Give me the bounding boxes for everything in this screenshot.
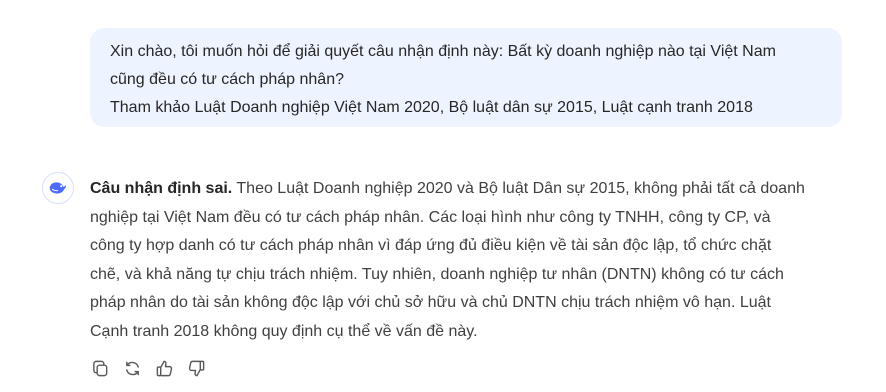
answer-line-2: nghiệp tại Việt Nam đều có tư cách pháp … — [90, 208, 771, 226]
assistant-avatar — [42, 172, 74, 204]
answer-line-5: pháp nhân do tài sản không độc lập với c… — [90, 294, 771, 312]
user-message-line-2: cũng đều có tư cách pháp nhân? — [110, 71, 344, 88]
answer-line-6: Cạnh tranh 2018 không quy định cụ thể về… — [90, 322, 478, 340]
thumbs-down-icon — [187, 359, 206, 378]
whale-logo-icon — [47, 177, 69, 199]
user-message-bubble: Xin chào, tôi muốn hỏi để giải quyết câu… — [90, 28, 842, 127]
answer-line-4: chẽ, và khả năng tự chịu trách nhiệm. Tu… — [90, 265, 784, 283]
user-message-line-1: Xin chào, tôi muốn hỏi để giải quyết câu… — [110, 43, 776, 60]
thumbs-up-icon — [155, 359, 174, 378]
regenerate-button[interactable] — [122, 358, 142, 378]
answer-line-1-rest: Theo Luật Doanh nghiệp 2020 và Bộ luật D… — [232, 180, 805, 197]
copy-icon — [91, 359, 110, 378]
answer-line-3: công ty hợp danh có tư cách pháp nhân vì… — [90, 237, 772, 255]
thumbs-down-button[interactable] — [186, 358, 206, 378]
user-message-line-3: Tham khảo Luật Doanh nghiệp Việt Nam 202… — [110, 99, 753, 116]
thumbs-up-button[interactable] — [154, 358, 174, 378]
answer-line-1: Câu nhận định sai. Theo Luật Doanh nghiệ… — [90, 175, 850, 204]
assistant-answer: Câu nhận định sai. Theo Luật Doanh nghiệ… — [90, 175, 850, 347]
regenerate-icon — [123, 359, 142, 378]
message-actions — [90, 358, 206, 378]
answer-bold-lead: Câu nhận định sai. — [90, 180, 233, 197]
copy-button[interactable] — [90, 358, 110, 378]
